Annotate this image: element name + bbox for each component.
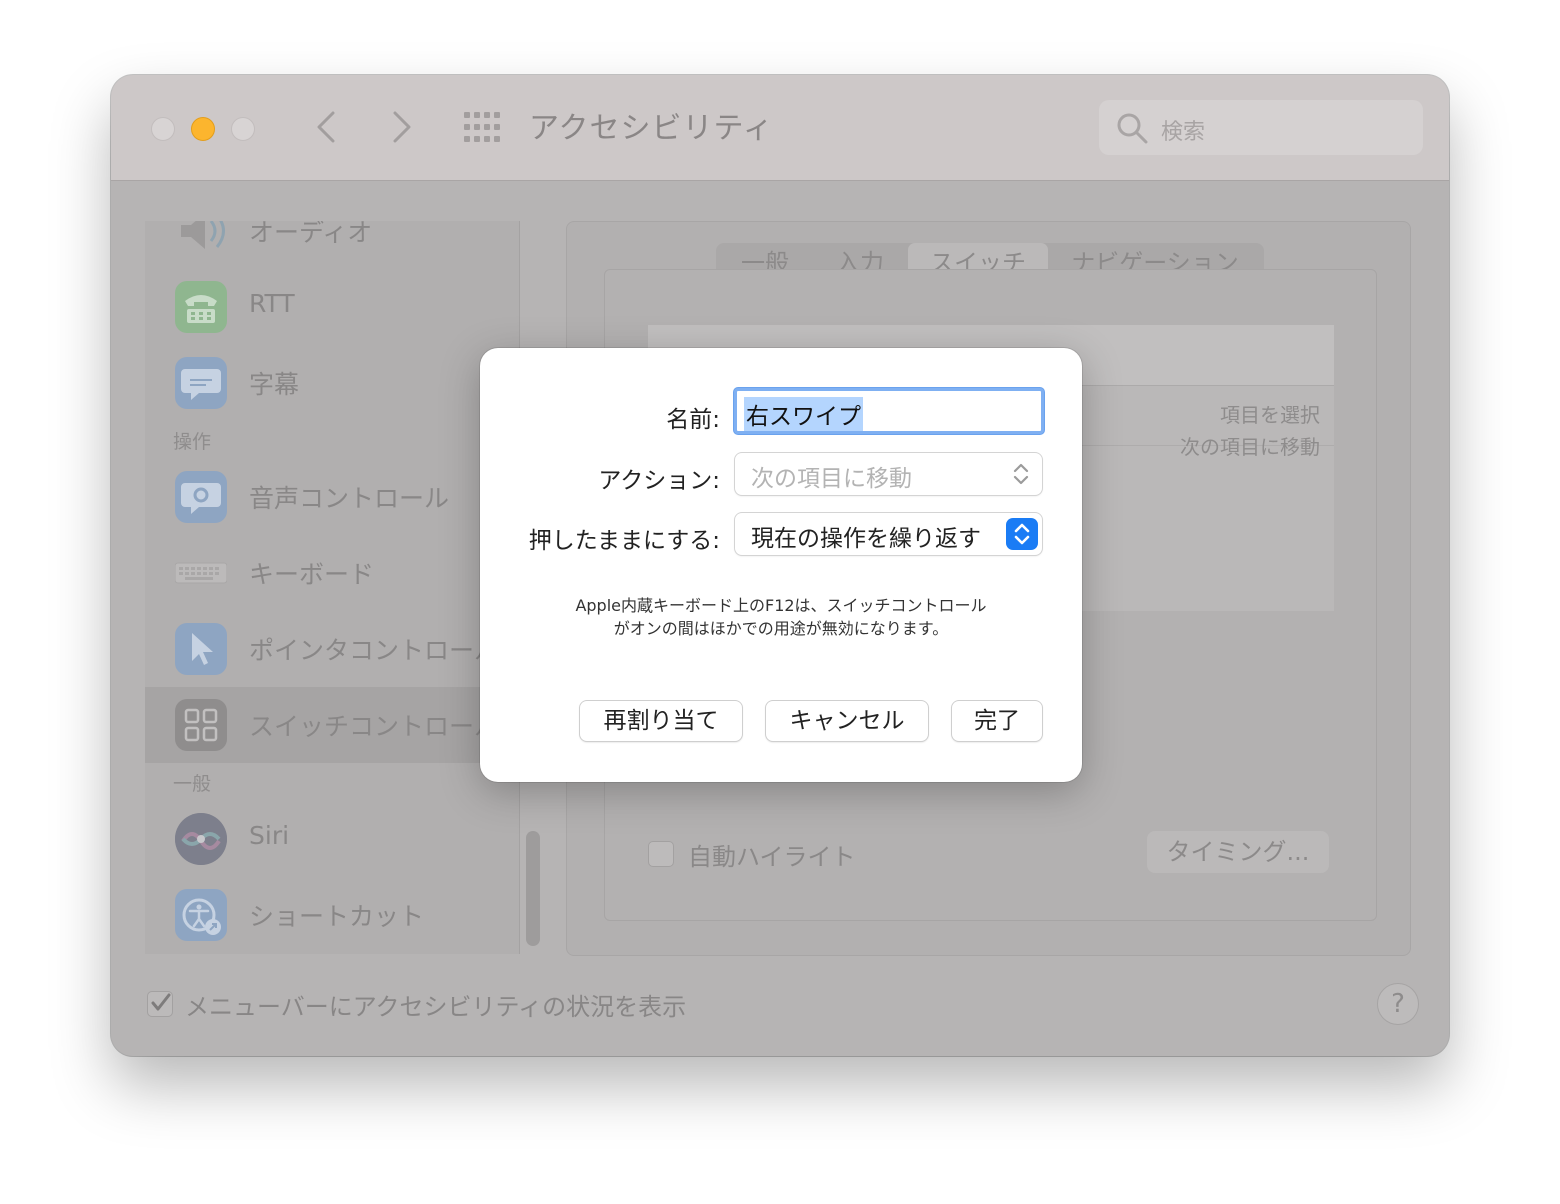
- voice-control-icon: [175, 471, 227, 523]
- name-label: 名前:: [666, 407, 720, 433]
- zoom-window-button[interactable]: [231, 117, 255, 141]
- note-line: がオンの間はほかでの用途が無効になります。: [613, 619, 949, 638]
- chevron-right-icon: [393, 111, 411, 143]
- note-line: Apple内蔵キーボード上のF12は、スイッチコントロール: [575, 596, 987, 615]
- keyboard-icon: [174, 547, 228, 599]
- sidebar-item-audio[interactable]: オーディオ: [145, 221, 519, 269]
- sidebar-item-shortcut[interactable]: ショートカット: [145, 877, 519, 953]
- auto-highlight-checkbox[interactable]: [648, 841, 674, 867]
- switch-control-icon: [175, 699, 227, 751]
- sidebar[interactable]: オーディオ RTT 字幕 操作 音声コントロール キーボード ポインタコントロー…: [145, 221, 520, 954]
- sidebar-item-label: オーディオ: [249, 221, 373, 247]
- back-button[interactable]: [307, 105, 347, 149]
- sidebar-item-switch-control[interactable]: スイッチコントロール: [145, 687, 519, 763]
- hold-select[interactable]: 現在の操作を繰り返す: [735, 513, 1042, 555]
- sidebar-section-general: 一般: [173, 773, 212, 795]
- show-all-button[interactable]: [463, 109, 501, 145]
- row-action: 項目を選択: [1220, 403, 1320, 427]
- auto-highlight-label: 自動ハイライト: [688, 843, 856, 871]
- minimize-window-button[interactable]: [191, 117, 215, 141]
- search-placeholder: 検索: [1161, 120, 1206, 145]
- row-action: 次の項目に移動: [1180, 435, 1320, 459]
- f12-note: Apple内蔵キーボード上のF12は、スイッチコントロール がオンの間はほかでの…: [480, 594, 1082, 640]
- sidebar-item-voice-control[interactable]: 音声コントロール: [145, 459, 519, 535]
- sidebar-item-label: キーボード: [249, 560, 375, 589]
- siri-icon: [175, 813, 227, 865]
- sidebar-scrollbar[interactable]: [526, 831, 540, 946]
- grid-icon: [464, 112, 500, 142]
- sidebar-item-rtt[interactable]: RTT: [145, 269, 519, 345]
- action-label: アクション:: [598, 468, 720, 494]
- reassign-button[interactable]: 再割り当て: [580, 701, 742, 741]
- sidebar-item-captions[interactable]: 字幕: [145, 345, 519, 421]
- checkmark-icon: [151, 993, 171, 1011]
- pointer-icon: [175, 623, 227, 675]
- forward-button[interactable]: [381, 105, 421, 149]
- sidebar-item-keyboard[interactable]: キーボード: [145, 535, 519, 611]
- sidebar-item-label: スイッチコントロール: [249, 712, 500, 741]
- sidebar-item-label: 音声コントロール: [249, 484, 450, 513]
- action-select-value: 次の項目に移動: [751, 466, 912, 492]
- sidebar-item-siri[interactable]: Siri: [145, 801, 519, 877]
- search-icon: [1117, 113, 1148, 144]
- cancel-button[interactable]: キャンセル: [766, 701, 928, 741]
- show-status-label: メニューバーにアクセシビリティの状況を表示: [185, 993, 687, 1021]
- caption-bubble-icon: [175, 357, 227, 409]
- sidebar-item-label: ショートカット: [249, 902, 425, 931]
- sidebar-item-label: 字幕: [249, 370, 300, 399]
- timing-button[interactable]: タイミング...: [1147, 831, 1329, 873]
- telephone-icon: [175, 281, 227, 333]
- title-bar: アクセシビリティ 検索: [111, 75, 1449, 181]
- speaker-icon: [175, 221, 227, 257]
- accessibility-shortcut-icon: [175, 889, 227, 941]
- close-window-button[interactable]: [151, 117, 175, 141]
- window-title: アクセシビリティ: [529, 111, 774, 146]
- sidebar-item-pointer-control[interactable]: ポインタコントロール: [145, 611, 519, 687]
- updown-chevron-icon: [1010, 461, 1032, 487]
- sidebar-section-operation: 操作: [173, 431, 212, 453]
- search-field[interactable]: 検索: [1099, 100, 1423, 155]
- updown-chevron-icon: [1006, 518, 1038, 550]
- sidebar-item-label: Siri: [249, 821, 290, 850]
- sidebar-item-label: RTT: [249, 289, 295, 318]
- hold-label: 押したままにする:: [528, 528, 720, 554]
- show-status-checkbox[interactable]: [147, 991, 173, 1017]
- name-input[interactable]: 右スワイプ: [734, 388, 1044, 434]
- action-select[interactable]: 次の項目に移動: [735, 453, 1042, 495]
- help-button[interactable]: ?: [1377, 983, 1419, 1025]
- hold-select-value: 現在の操作を繰り返す: [751, 526, 981, 552]
- switch-dialog: 名前: 右スワイプ アクション: 次の項目に移動 押したままにする: 現在の操作…: [480, 348, 1082, 782]
- chevron-left-icon: [317, 111, 335, 143]
- done-button[interactable]: 完了: [952, 701, 1042, 741]
- sidebar-item-label: ポインタコントロール: [249, 636, 500, 665]
- name-input-value: 右スワイプ: [744, 397, 863, 431]
